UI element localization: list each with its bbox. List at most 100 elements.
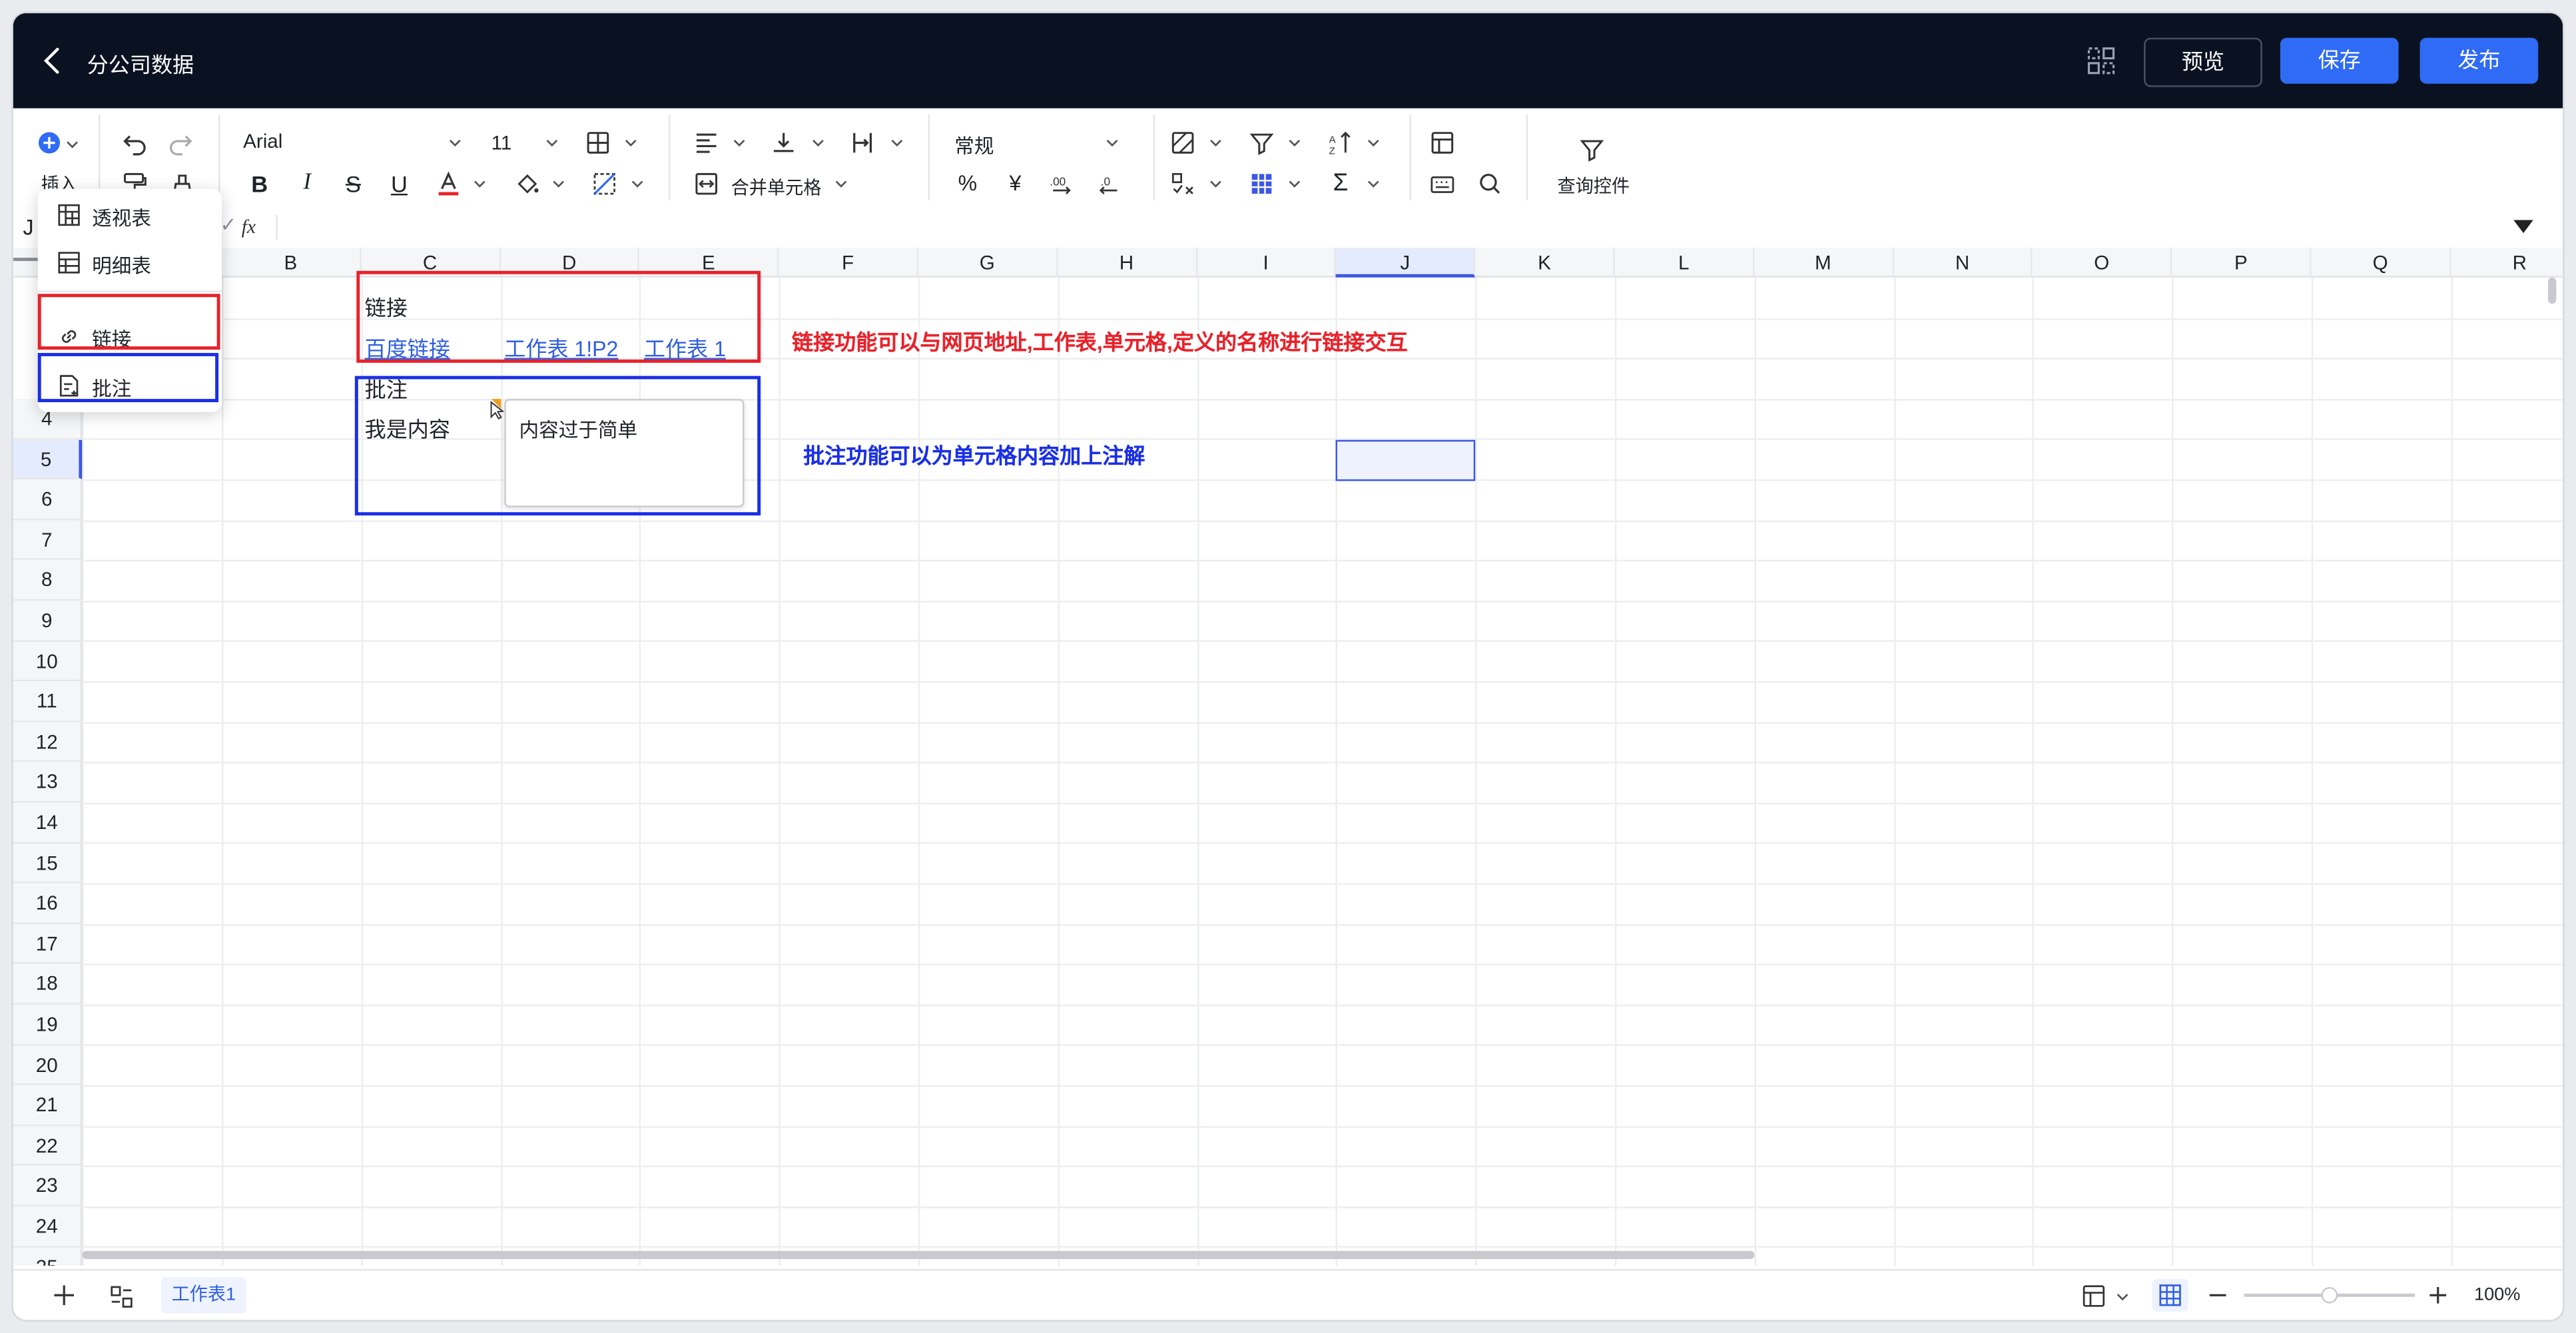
font-size-select[interactable]: 11 bbox=[491, 131, 512, 154]
query-filter-icon[interactable] bbox=[1579, 136, 1605, 162]
save-button[interactable]: 保存 bbox=[2280, 37, 2399, 84]
column-header[interactable]: H bbox=[1058, 248, 1197, 278]
cell-reference[interactable]: J bbox=[23, 215, 34, 240]
font-name-select[interactable]: Arial bbox=[243, 130, 282, 153]
menu-item-pivot-table[interactable]: 透视表 bbox=[38, 194, 222, 236]
align-left-icon[interactable] bbox=[693, 130, 719, 156]
column-header[interactable]: N bbox=[1893, 248, 2033, 278]
row-header[interactable]: 18 bbox=[13, 964, 83, 1005]
publish-button[interactable]: 发布 bbox=[2419, 37, 2539, 84]
conditional-format-icon[interactable] bbox=[1169, 130, 1195, 156]
chevron-down-icon[interactable] bbox=[1209, 177, 1223, 190]
chevron-down-icon[interactable] bbox=[448, 136, 462, 150]
cell-style-icon[interactable] bbox=[591, 170, 617, 196]
vertical-scrollbar[interactable] bbox=[2548, 277, 2557, 304]
decrease-decimal-icon[interactable]: .0 bbox=[1096, 170, 1122, 196]
row-header[interactable]: 22 bbox=[13, 1125, 83, 1167]
zoom-slider-thumb[interactable] bbox=[2321, 1286, 2338, 1304]
layout-toggle-icon[interactable] bbox=[2087, 46, 2116, 75]
expand-formula-icon[interactable] bbox=[2513, 220, 2533, 234]
column-header[interactable]: J bbox=[1336, 248, 1476, 278]
row-header[interactable]: 20 bbox=[13, 1045, 83, 1086]
strikethrough-icon[interactable]: S bbox=[340, 170, 366, 196]
row-header[interactable]: 14 bbox=[13, 802, 83, 844]
selected-cell-j5[interactable] bbox=[1335, 439, 1476, 481]
row-header[interactable]: 13 bbox=[13, 762, 83, 803]
grid-view-toggle[interactable] bbox=[2152, 1278, 2188, 1312]
chevron-down-icon[interactable] bbox=[2116, 1290, 2129, 1304]
row-header[interactable]: 24 bbox=[13, 1206, 83, 1247]
data-validation-icon[interactable] bbox=[1169, 170, 1195, 196]
increase-decimal-icon[interactable]: .00 bbox=[1048, 170, 1074, 196]
column-header[interactable]: I bbox=[1197, 248, 1337, 278]
sheet-grid[interactable]: BCDEFGHIJKLMNOPQR 4 5 6 7 8 9 10 11 12 13 14 15 16 17… bbox=[13, 248, 2563, 1266]
row-header[interactable]: 25 bbox=[13, 1246, 83, 1266]
merge-cells-label[interactable]: 合并单元格 bbox=[731, 174, 822, 200]
column-header[interactable]: R bbox=[2450, 248, 2563, 278]
row-header[interactable]: 8 bbox=[13, 560, 83, 601]
keyboard-icon[interactable] bbox=[1429, 170, 1455, 196]
chevron-down-icon[interactable] bbox=[834, 177, 848, 190]
row-header[interactable]: 11 bbox=[13, 681, 83, 722]
column-header[interactable]: O bbox=[2033, 248, 2172, 278]
chevron-down-icon[interactable] bbox=[545, 136, 559, 150]
sum-icon[interactable]: Σ bbox=[1327, 169, 1353, 197]
search-icon[interactable] bbox=[1477, 170, 1503, 196]
chevron-down-icon[interactable] bbox=[631, 177, 644, 190]
column-header[interactable]: B bbox=[222, 248, 362, 278]
insert-plus-icon[interactable] bbox=[38, 131, 61, 154]
chevron-down-icon[interactable] bbox=[1367, 136, 1380, 150]
row-header[interactable]: 16 bbox=[13, 883, 83, 924]
zoom-in-icon[interactable] bbox=[2428, 1285, 2448, 1305]
chevron-down-icon[interactable] bbox=[1106, 136, 1119, 150]
row-header[interactable]: 7 bbox=[13, 520, 83, 561]
merge-cells-icon[interactable] bbox=[693, 170, 719, 196]
row-header[interactable]: 6 bbox=[13, 479, 83, 521]
zoom-out-icon[interactable] bbox=[2208, 1285, 2228, 1305]
row-header[interactable]: 15 bbox=[13, 843, 83, 884]
sheet-tab[interactable]: 工作表1 bbox=[161, 1277, 247, 1314]
row-header[interactable]: 23 bbox=[13, 1166, 83, 1207]
percent-icon[interactable]: % bbox=[954, 170, 980, 196]
chevron-down-icon[interactable] bbox=[733, 136, 746, 150]
chevron-down-icon[interactable] bbox=[1288, 177, 1301, 190]
row-header[interactable]: 5 bbox=[13, 439, 83, 480]
column-header[interactable]: G bbox=[918, 248, 1058, 278]
back-arrow-icon[interactable] bbox=[36, 45, 69, 77]
row-header[interactable]: 21 bbox=[13, 1085, 83, 1126]
bold-icon[interactable]: B bbox=[246, 170, 272, 196]
italic-icon[interactable]: I bbox=[294, 170, 320, 196]
number-format-select[interactable]: 常规 bbox=[954, 131, 994, 159]
fill-color-icon[interactable] bbox=[514, 170, 540, 196]
chevron-down-icon[interactable] bbox=[552, 177, 565, 190]
fx-label[interactable]: fx bbox=[242, 215, 256, 240]
chevron-down-icon[interactable] bbox=[473, 177, 486, 190]
chevron-down-icon[interactable] bbox=[66, 138, 79, 151]
redo-icon[interactable] bbox=[168, 130, 194, 156]
menu-item-detail-table[interactable]: 明细表 bbox=[38, 241, 222, 284]
font-color-icon[interactable] bbox=[436, 170, 462, 196]
chevron-down-icon[interactable] bbox=[1367, 177, 1380, 190]
row-header[interactable]: 9 bbox=[13, 601, 83, 642]
table-style-icon[interactable] bbox=[1249, 170, 1275, 196]
page-layout-icon[interactable] bbox=[2081, 1284, 2106, 1308]
row-header[interactable]: 19 bbox=[13, 1004, 83, 1045]
filter-icon[interactable] bbox=[1249, 130, 1275, 156]
currency-icon[interactable]: ¥ bbox=[1002, 170, 1028, 196]
row-header[interactable]: 12 bbox=[13, 722, 83, 762]
column-header[interactable]: L bbox=[1614, 248, 1755, 278]
column-header[interactable]: M bbox=[1754, 248, 1894, 278]
zoom-level[interactable]: 100% bbox=[2474, 1285, 2520, 1305]
chevron-down-icon[interactable] bbox=[890, 136, 904, 150]
chevron-down-icon[interactable] bbox=[1288, 136, 1301, 150]
preview-button[interactable]: 预览 bbox=[2144, 37, 2262, 87]
column-header[interactable]: P bbox=[2172, 248, 2312, 278]
freeze-panes-icon[interactable] bbox=[1429, 130, 1455, 156]
undo-icon[interactable] bbox=[122, 130, 148, 156]
vertical-align-icon[interactable] bbox=[771, 130, 797, 156]
chevron-down-icon[interactable] bbox=[624, 136, 637, 150]
add-sheet-icon[interactable] bbox=[53, 1284, 76, 1307]
chevron-down-icon[interactable] bbox=[812, 136, 825, 150]
underline-icon[interactable]: U bbox=[386, 170, 412, 196]
horizontal-scrollbar[interactable] bbox=[82, 1250, 1755, 1260]
